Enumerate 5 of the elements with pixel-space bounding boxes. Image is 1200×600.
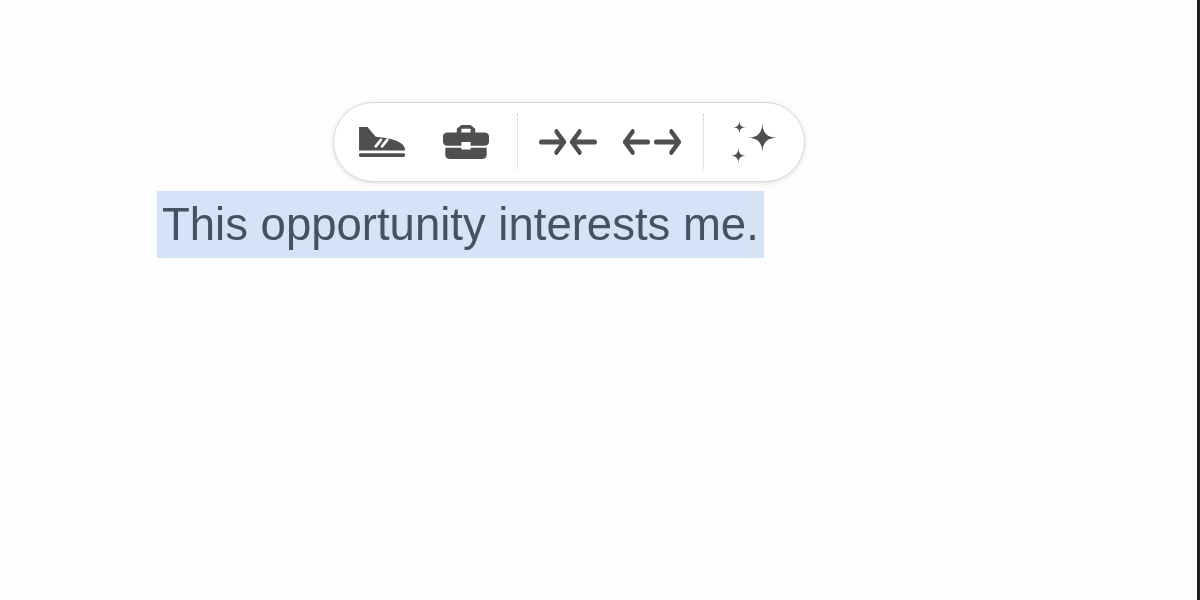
outward-arrows-icon xyxy=(623,129,681,155)
selected-text: This opportunity interests me. xyxy=(157,191,764,258)
inward-arrows-icon xyxy=(539,129,597,155)
shoe-icon xyxy=(358,126,406,158)
briefcase-icon xyxy=(443,125,489,159)
